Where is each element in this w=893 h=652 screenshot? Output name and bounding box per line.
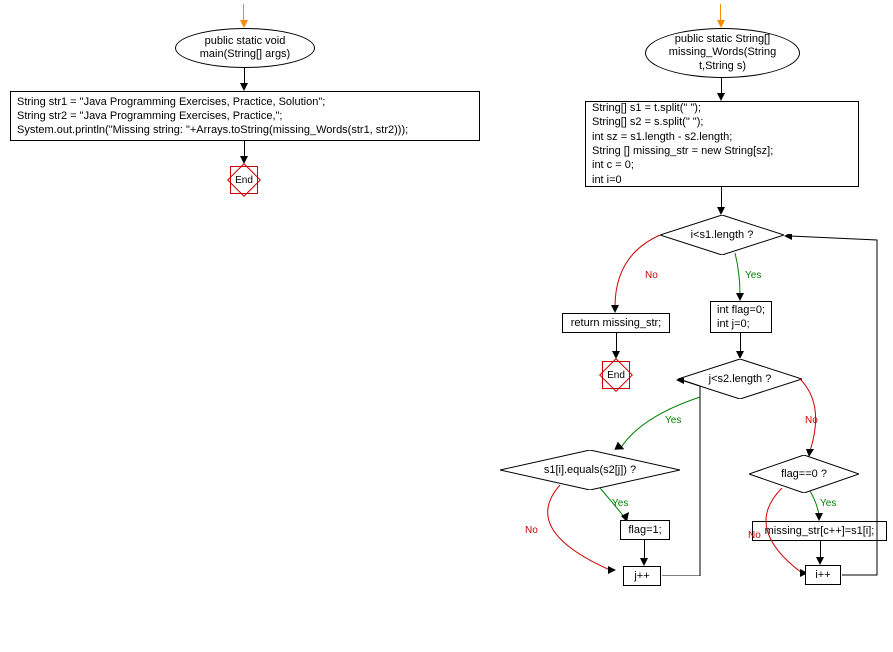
inner-init-text: int flag=0; int j=0; <box>717 303 765 332</box>
main-body-text: String str1 = "Java Programming Exercise… <box>17 95 473 138</box>
cond1-yes: Yes <box>745 270 761 281</box>
cond2-no: No <box>805 415 818 426</box>
cond2-yes: Yes <box>665 415 681 426</box>
func-end: End <box>600 359 632 391</box>
main-body: String str1 = "Java Programming Exercise… <box>10 91 480 141</box>
cond-equals: s1[i].equals(s2[j]) ? <box>500 450 680 490</box>
cond-outer-loop: i<s1.length ? <box>660 215 784 255</box>
return-block: return missing_str; <box>562 313 670 333</box>
cond4-text: flag==0 ? <box>781 468 827 480</box>
func-end-text: End <box>607 370 625 381</box>
assign-block: missing_str[c++]=s1[i]; <box>752 521 887 541</box>
cond2-text: j<s2.length ? <box>709 373 772 385</box>
cond-inner-loop: j<s2.length ? <box>678 359 802 399</box>
init-block: String[] s1 = t.split(" "); String[] s2 … <box>585 101 859 187</box>
cond4-no: No <box>748 530 761 541</box>
main-end-text: End <box>235 175 253 186</box>
cond3-no: No <box>525 525 538 536</box>
init-text: String[] s1 = t.split(" "); String[] s2 … <box>592 101 852 187</box>
cond-flag: flag==0 ? <box>749 455 859 493</box>
cond3-text: s1[i].equals(s2[j]) ? <box>544 464 636 476</box>
flag-text: flag=1; <box>627 524 663 536</box>
iinc-text: i++ <box>812 569 834 581</box>
assign-text: missing_str[c++]=s1[i]; <box>759 525 880 537</box>
flag-set: flag=1; <box>620 520 670 540</box>
func-entry-text: public static String[] missing_Words(Str… <box>669 33 776 73</box>
cond1-no: No <box>645 270 658 281</box>
inner-init: int flag=0; int j=0; <box>710 301 772 333</box>
func-entry: public static String[] missing_Words(Str… <box>645 28 800 78</box>
j-increment: j++ <box>623 566 661 586</box>
cond3-yes: Yes <box>612 498 628 509</box>
main-end: End <box>228 164 260 196</box>
cond1-text: i<s1.length ? <box>691 229 754 241</box>
jinc-text: j++ <box>630 570 654 582</box>
i-increment: i++ <box>805 565 841 585</box>
main-entry-text: public static void main(String[] args) <box>200 35 290 61</box>
return-text: return missing_str; <box>569 317 663 329</box>
main-entry: public static void main(String[] args) <box>175 28 315 68</box>
cond4-yes: Yes <box>820 498 836 509</box>
